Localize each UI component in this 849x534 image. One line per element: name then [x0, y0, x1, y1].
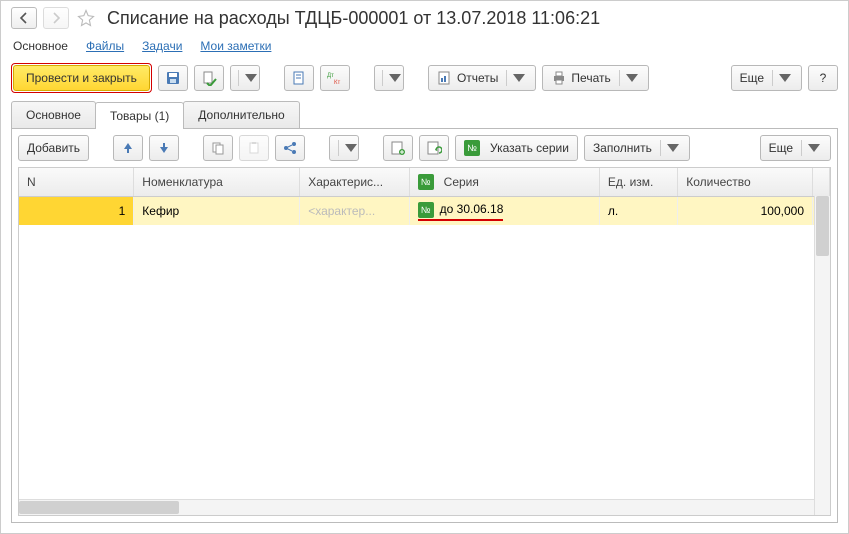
horizontal-scrollbar[interactable]: [19, 499, 814, 515]
tab-more-button[interactable]: Еще: [760, 135, 831, 161]
series-header-badge-icon: №: [418, 174, 434, 190]
favorite-star-icon[interactable]: [75, 7, 97, 29]
topnav-notes[interactable]: Мои заметки: [200, 39, 271, 53]
share-icon: [282, 140, 298, 156]
col-header-n[interactable]: N: [19, 168, 134, 196]
svg-text:Дт: Дт: [327, 73, 334, 79]
table-row[interactable]: 1 Кефир <характер... № до 30.06.18 л. 100…: [19, 197, 830, 225]
more-label: Еще: [740, 71, 764, 85]
nav-forward-button[interactable]: [43, 7, 69, 29]
add-file-button[interactable]: [374, 65, 404, 91]
paste-button[interactable]: [239, 135, 269, 161]
list-add-button[interactable]: [383, 135, 413, 161]
print-label: Печать: [571, 71, 610, 85]
cell-series[interactable]: № до 30.06.18: [410, 197, 600, 225]
fill-button[interactable]: Заполнить: [584, 135, 690, 161]
top-nav: Основное Файлы Задачи Мои заметки: [11, 33, 838, 63]
list-refresh-button[interactable]: [419, 135, 449, 161]
col-header-nomenclature[interactable]: Номенклатура: [134, 168, 300, 196]
goods-grid: N Номенклатура Характерис... № Серия Ед.…: [18, 167, 831, 516]
post-button[interactable]: [194, 65, 224, 91]
tab-toolbar: Добавить: [18, 135, 831, 161]
col-header-characteristic[interactable]: Характерис...: [300, 168, 409, 196]
horizontal-scroll-thumb[interactable]: [19, 501, 179, 514]
specify-series-label: Указать серии: [490, 141, 569, 155]
series-row-badge-icon: №: [418, 202, 434, 218]
printer-icon: [551, 70, 567, 86]
document-check-icon: [201, 70, 217, 86]
header: Списание на расходы ТДЦБ-000001 от 13.07…: [11, 7, 838, 29]
cell-n[interactable]: 1: [19, 197, 134, 225]
tab-extra[interactable]: Дополнительно: [183, 101, 299, 128]
reports-button[interactable]: Отчеты: [428, 65, 536, 91]
add-row-button[interactable]: Добавить: [18, 135, 89, 161]
barcode-button[interactable]: [329, 135, 359, 161]
series-underline: № до 30.06.18: [418, 202, 504, 221]
cell-quantity[interactable]: 100,000: [678, 197, 813, 225]
topnav-main[interactable]: Основное: [13, 39, 68, 53]
cell-characteristic[interactable]: <характер...: [300, 197, 409, 225]
vertical-scroll-thumb[interactable]: [816, 196, 829, 256]
col-header-series-label: Серия: [444, 175, 479, 189]
tab-main[interactable]: Основное: [11, 101, 96, 128]
unpost-button[interactable]: [230, 65, 260, 91]
page-title: Списание на расходы ТДЦБ-000001 от 13.07…: [107, 8, 600, 29]
main-toolbar: Провести и закрыть ДтКт Отчеты: [11, 63, 838, 93]
help-button[interactable]: ?: [808, 65, 838, 91]
col-header-series[interactable]: № Серия: [410, 168, 600, 196]
series-value: до 30.06.18: [440, 202, 504, 216]
tabs: Основное Товары (1) Дополнительно: [11, 101, 838, 129]
col-header-quantity[interactable]: Количество: [678, 168, 813, 196]
create-based-on-button[interactable]: [284, 65, 314, 91]
debit-credit-button[interactable]: ДтКт: [320, 65, 350, 91]
arrow-up-icon: [120, 140, 136, 156]
topnav-files[interactable]: Файлы: [86, 39, 124, 53]
copy-button[interactable]: [203, 135, 233, 161]
tab-goods[interactable]: Товары (1): [95, 102, 184, 129]
topnav-tasks[interactable]: Задачи: [142, 39, 182, 53]
series-badge-icon: №: [464, 140, 480, 156]
move-down-button[interactable]: [149, 135, 179, 161]
refresh-icon: [426, 140, 442, 156]
dt-kt-icon: ДтКт: [327, 70, 343, 86]
share-button[interactable]: [275, 135, 305, 161]
report-icon: [437, 70, 453, 86]
vertical-scrollbar[interactable]: [814, 196, 830, 515]
list-plus-icon: [390, 140, 406, 156]
cell-nomenclature[interactable]: Кефир: [134, 197, 300, 225]
cell-unit[interactable]: л.: [600, 197, 678, 225]
arrow-down-icon: [156, 140, 172, 156]
nav-back-button[interactable]: [11, 7, 37, 29]
document-new-icon: [291, 70, 307, 86]
print-button[interactable]: Печать: [542, 65, 648, 91]
save-button[interactable]: [158, 65, 188, 91]
grid-header: N Номенклатура Характерис... № Серия Ед.…: [19, 168, 830, 197]
col-header-unit[interactable]: Ед. изм.: [600, 168, 678, 196]
more-button[interactable]: Еще: [731, 65, 802, 91]
col-header-rest: [813, 168, 830, 196]
tab-content-goods: Добавить: [11, 129, 838, 523]
app-window: Списание на расходы ТДЦБ-000001 от 13.07…: [0, 0, 849, 534]
characteristic-placeholder: <характер...: [308, 204, 375, 218]
specify-series-button[interactable]: № Указать серии: [455, 135, 578, 161]
copy-icon: [210, 140, 226, 156]
paste-icon: [246, 140, 262, 156]
floppy-icon: [165, 70, 181, 86]
move-up-button[interactable]: [113, 135, 143, 161]
fill-label: Заполнить: [593, 141, 652, 155]
svg-text:Кт: Кт: [334, 80, 340, 86]
highlight-post-close: Провести и закрыть: [11, 63, 152, 93]
post-and-close-button[interactable]: Провести и закрыть: [13, 65, 150, 91]
reports-label: Отчеты: [457, 71, 498, 85]
tab-more-label: Еще: [769, 141, 793, 155]
